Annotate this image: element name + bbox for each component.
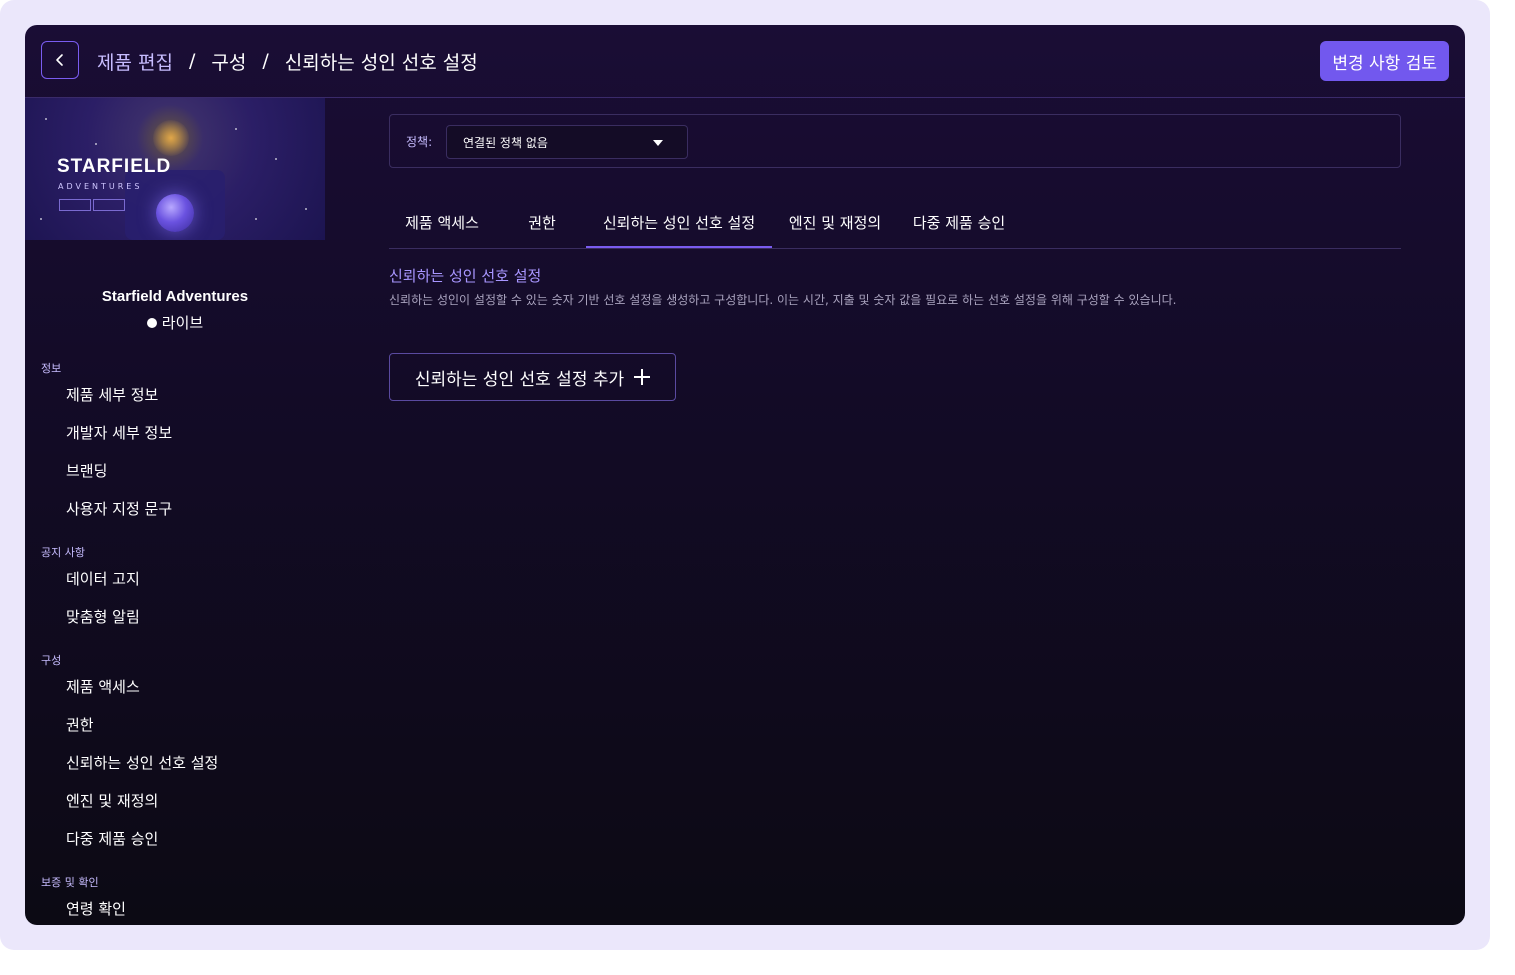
breadcrumb-item-configuration[interactable]: 구성 (211, 48, 246, 75)
section-heading-notices: 공지 사항 (41, 546, 85, 559)
planet-graphic (156, 194, 194, 232)
status-badge: 라이브 (25, 312, 325, 333)
sidebar-item-custom-alerts[interactable]: 맞춤형 알림 (66, 606, 140, 627)
chevron-left-icon (56, 54, 63, 66)
sidebar-item-product-access[interactable]: 제품 액세스 (66, 676, 140, 697)
section-heading-assurance: 보증 및 확인 (41, 876, 99, 889)
policy-label: 정책: (406, 135, 433, 149)
tab-permissions[interactable]: 권한 (511, 212, 573, 248)
section-title: 신뢰하는 성인 선호 설정 (389, 267, 542, 285)
top-bar: 제품 편집 / 구성 / 신뢰하는 성인 선호 설정 변경 사항 검토 (25, 25, 1465, 98)
sidebar: STARFIELD ADVENTURES Starfield Adventure… (25, 98, 325, 925)
breadcrumb: 제품 편집 / 구성 / 신뢰하는 성인 선호 설정 (97, 47, 478, 75)
sidebar-item-developer-details[interactable]: 개발자 세부 정보 (66, 422, 172, 443)
sidebar-item-branding[interactable]: 브랜딩 (66, 460, 107, 481)
tab-trusted-adult-preferences[interactable]: 신뢰하는 성인 선호 설정 (586, 212, 772, 248)
review-changes-button[interactable]: 변경 사항 검토 (1320, 41, 1449, 81)
sidebar-item-custom-text[interactable]: 사용자 지정 문구 (66, 498, 172, 519)
section-heading-configuration: 구성 (41, 654, 62, 667)
app-window: 제품 편집 / 구성 / 신뢰하는 성인 선호 설정 변경 사항 검토 STAR… (25, 25, 1465, 925)
breadcrumb-separator: / (262, 50, 269, 72)
sidebar-item-permissions[interactable]: 권한 (66, 714, 94, 735)
breadcrumb-item-edit-product[interactable]: 제품 편집 (97, 48, 173, 75)
status-dot-icon (146, 317, 157, 328)
policy-dropdown[interactable]: 연결된 정책 없음 (446, 125, 688, 159)
tab-engine-overrides[interactable]: 엔진 및 재정의 (781, 212, 889, 248)
policy-selected-value: 연결된 정책 없음 (463, 135, 548, 150)
section-heading-info: 정보 (41, 362, 62, 375)
plus-icon (634, 369, 651, 385)
banner-subtitle: ADVENTURES (58, 182, 143, 191)
tab-product-access[interactable]: 제품 액세스 (389, 212, 495, 248)
breadcrumb-separator: / (188, 50, 196, 72)
tab-bar: 제품 액세스 권한 신뢰하는 성인 선호 설정 엔진 및 재정의 다중 제품 승… (389, 212, 1401, 249)
banner-title: STARFIELD (57, 156, 172, 177)
product-name: Starfield Adventures (101, 288, 249, 305)
product-banner-image: STARFIELD ADVENTURES (25, 98, 325, 240)
sidebar-item-multi-product-approval[interactable]: 다중 제품 승인 (66, 828, 158, 849)
sidebar-item-product-details[interactable]: 제품 세부 정보 (66, 384, 158, 405)
section-description: 신뢰하는 성인이 설정할 수 있는 숫자 기반 선호 설정을 생성하고 구성합니… (389, 293, 1177, 307)
tab-multi-product-approval[interactable]: 다중 제품 승인 (905, 212, 1013, 248)
breadcrumb-item-current: 신뢰하는 성인 선호 설정 (284, 51, 478, 74)
sidebar-item-trusted-adult-preferences[interactable]: 신뢰하는 성인 선호 설정 (66, 752, 218, 773)
sidebar-item-data-notice[interactable]: 데이터 고지 (66, 568, 140, 589)
caret-down-icon (653, 140, 663, 146)
policy-panel: 정책: 연결된 정책 없음 (389, 114, 1401, 168)
add-trusted-adult-preference-button[interactable]: 신뢰하는 성인 선호 설정 추가 (389, 353, 676, 401)
add-button-label: 신뢰하는 성인 선호 설정 추가 (414, 369, 625, 390)
sidebar-item-engine-overrides[interactable]: 엔진 및 재정의 (66, 790, 158, 811)
sidebar-item-age-verification[interactable]: 연령 확인 (66, 898, 126, 919)
back-button[interactable] (41, 41, 79, 79)
status-label: 라이브 (161, 314, 204, 332)
